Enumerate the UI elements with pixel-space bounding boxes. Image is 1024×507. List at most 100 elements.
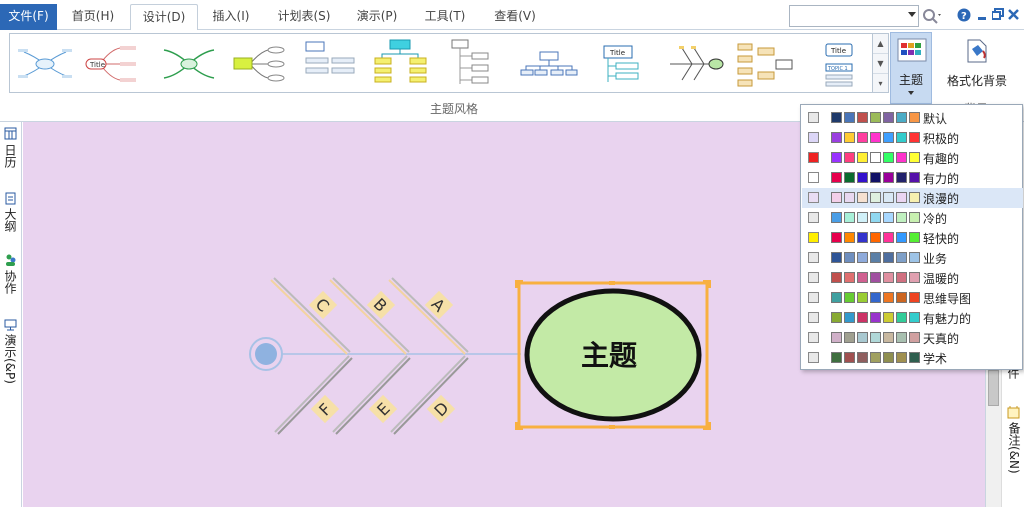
tab-collaboration[interactable]: 协作 <box>2 270 19 294</box>
theme-preview-swatch <box>808 192 819 203</box>
theme-color-swatch <box>870 352 881 363</box>
style-thumb-2[interactable]: Title <box>84 38 142 90</box>
theme-color-swatch <box>870 332 881 343</box>
search-input[interactable] <box>789 5 919 27</box>
theme-color-swatch <box>909 272 920 283</box>
style-thumb-3[interactable] <box>160 38 218 90</box>
rib-label-c[interactable]: C <box>312 294 333 315</box>
gallery-up-icon[interactable]: ▲ <box>873 34 888 54</box>
style-thumb-7[interactable] <box>446 38 504 90</box>
theme-color-swatch <box>844 352 855 363</box>
chevron-down-icon[interactable] <box>908 12 916 17</box>
tab-home[interactable]: 首页(H) <box>62 4 124 30</box>
theme-preview-swatch <box>808 152 819 163</box>
theme-preview-swatch <box>808 212 819 223</box>
theme-color-swatch <box>870 152 881 163</box>
theme-option[interactable]: 天真的 <box>802 328 1023 348</box>
theme-color-swatch <box>896 132 907 143</box>
theme-option-label: 积极的 <box>923 132 960 146</box>
theme-option[interactable]: 默认 <box>802 108 1023 128</box>
style-thumb-11[interactable] <box>736 38 794 90</box>
theme-color-swatch <box>909 292 920 303</box>
tab-design[interactable]: 设计(D) <box>130 4 198 31</box>
gallery-scroll[interactable]: ▲ ▼ ▾ <box>873 33 889 93</box>
theme-option-label: 轻快的 <box>923 232 960 246</box>
theme-option-label: 有魅力的 <box>923 312 972 326</box>
tab-outline[interactable]: 大纲 <box>2 208 19 232</box>
style-thumb-12[interactable]: Title TOPIC 1 <box>814 38 872 90</box>
left-panel: 日历 大纲 协作 演示(&P) <box>0 122 22 507</box>
theme-option[interactable]: 温暖的 <box>802 268 1023 288</box>
theme-color-swatch <box>883 112 894 123</box>
theme-color-swatch <box>870 252 881 263</box>
theme-color-swatch <box>857 152 868 163</box>
scroll-thumb[interactable] <box>988 370 999 406</box>
rib-c[interactable] <box>270 279 348 355</box>
theme-option[interactable]: 有力的 <box>802 168 1023 188</box>
restore-icon[interactable] <box>992 8 1004 22</box>
theme-color-swatch <box>831 252 842 263</box>
file-menu[interactable]: 文件(F) <box>0 4 57 30</box>
theme-preview-swatch <box>808 112 819 123</box>
theme-option[interactable]: 浪漫的 <box>802 188 1023 208</box>
theme-color-swatch <box>831 112 842 123</box>
gallery-down-icon[interactable]: ▼ <box>873 54 888 74</box>
theme-preview-swatch <box>808 332 819 343</box>
theme-color-swatch <box>883 352 894 363</box>
tail-node-inner <box>255 343 277 365</box>
tab-presentation[interactable]: 演示(P) <box>346 4 408 30</box>
theme-option[interactable]: 有趣的 <box>802 148 1023 168</box>
format-background-button[interactable]: 格式化背景 <box>942 32 1012 104</box>
theme-color-swatch <box>883 192 894 203</box>
theme-label: 主题 <box>898 73 923 87</box>
tab-view[interactable]: 查看(V) <box>484 4 546 30</box>
close-icon[interactable] <box>1008 8 1020 22</box>
tab-schedule[interactable]: 计划表(S) <box>268 4 340 30</box>
theme-color-swatch <box>870 272 881 283</box>
tab-insert[interactable]: 插入(I) <box>202 4 260 30</box>
theme-preview-swatch <box>808 172 819 183</box>
help-icon[interactable]: ? <box>957 8 971 22</box>
theme-color-swatch <box>909 132 920 143</box>
theme-color-swatch <box>883 152 894 163</box>
theme-color-swatch <box>831 312 842 323</box>
tab-presentation-panel[interactable]: 演示(&P) <box>2 334 19 384</box>
theme-button[interactable]: 主题 <box>890 32 932 104</box>
theme-color-swatch <box>896 252 907 263</box>
rib-f[interactable] <box>274 355 350 433</box>
calendar-icon <box>4 127 17 140</box>
theme-option[interactable]: 学术 <box>802 348 1023 368</box>
search-icon[interactable] <box>922 8 942 24</box>
style-thumb-6[interactable] <box>372 38 430 90</box>
style-thumb-1[interactable] <box>16 38 74 90</box>
theme-color-swatch <box>831 272 842 283</box>
minimize-icon[interactable] <box>976 8 988 22</box>
tab-calendar[interactable]: 日历 <box>2 144 19 168</box>
theme-option[interactable]: 积极的 <box>802 128 1023 148</box>
style-thumb-10[interactable] <box>666 38 724 90</box>
rib-label-a[interactable]: A <box>428 294 449 315</box>
theme-option[interactable]: 业务 <box>802 248 1023 268</box>
theme-color-swatch <box>883 172 894 183</box>
main-topic-label[interactable]: 主题 <box>581 339 637 372</box>
gallery-more-icon[interactable]: ▾ <box>873 74 888 94</box>
theme-option[interactable]: 有魅力的 <box>802 308 1023 328</box>
theme-color-swatch <box>870 132 881 143</box>
theme-color-swatch <box>831 132 842 143</box>
style-thumb-8[interactable] <box>520 38 578 90</box>
theme-color-swatch <box>857 232 868 243</box>
outline-icon <box>5 192 16 205</box>
style-thumb-5[interactable] <box>302 38 360 90</box>
tab-tools[interactable]: 工具(T) <box>414 4 476 30</box>
theme-option[interactable]: 轻快的 <box>802 228 1023 248</box>
theme-color-swatch <box>883 332 894 343</box>
theme-option[interactable]: 思维导图 <box>802 288 1023 308</box>
theme-color-swatch <box>857 352 868 363</box>
tab-notes[interactable]: 备注(&N) <box>1006 422 1023 474</box>
style-thumb-9[interactable]: Title <box>594 38 652 90</box>
tab-attachments[interactable]: 附件 <box>1005 367 1024 387</box>
theme-option[interactable]: 冷的 <box>802 208 1023 228</box>
presentation-icon <box>4 319 17 331</box>
style-thumb-4[interactable] <box>232 38 290 90</box>
rib-label-d[interactable]: D <box>430 398 452 420</box>
